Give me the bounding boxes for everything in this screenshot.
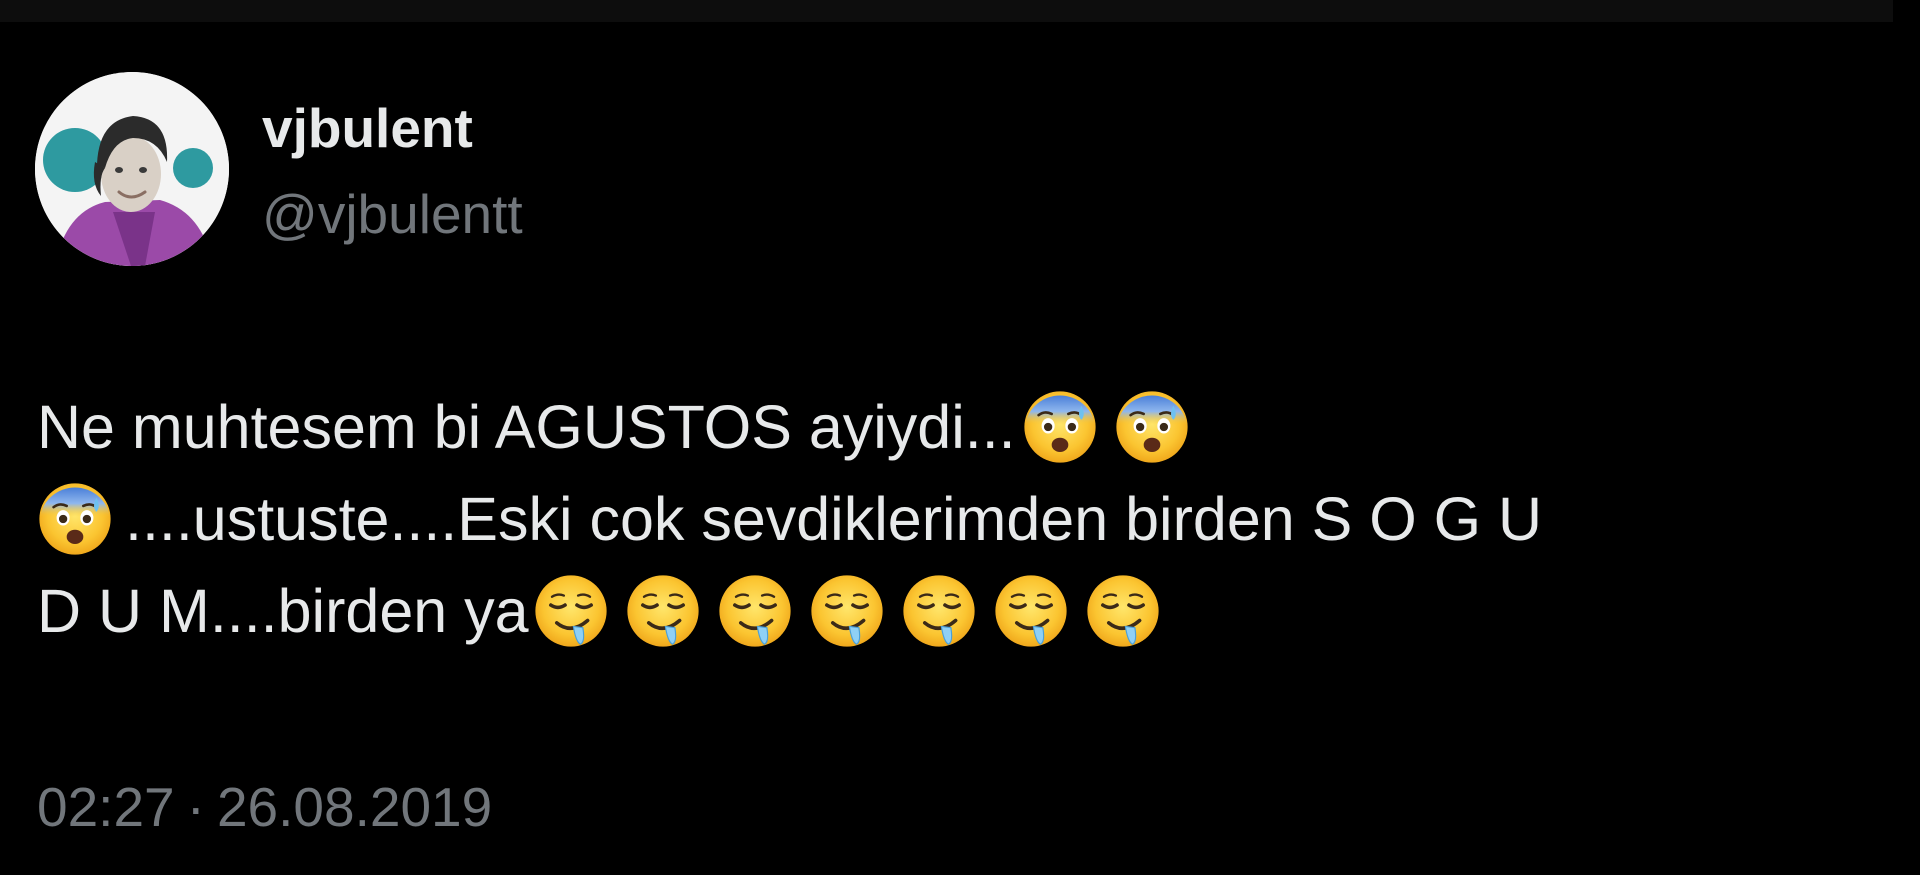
tweet-line-1-text: Ne muhtesem bi AGUSTOS ayiydi... (37, 393, 1016, 461)
profile-photo-icon (35, 72, 229, 266)
drooling-face-icon (625, 573, 701, 649)
user-handle[interactable]: @vjbulentt (262, 182, 523, 246)
drooling-face-icon (809, 573, 885, 649)
tweet-text: Ne muhtesem bi AGUSTOS ayiydi... ....ust… (37, 381, 1857, 657)
tweet-timestamp[interactable]: 02:27 · 26.08.2019 (37, 775, 492, 839)
drooling-face-icon (1085, 573, 1161, 649)
tweet-line-2-text: ....ustuste....Eski cok sevdiklerimden b… (125, 485, 1543, 553)
drooling-face-icon (717, 573, 793, 649)
avatar[interactable] (35, 72, 229, 266)
tweet-line-3: D U M....birden ya (37, 565, 1857, 657)
tweet-line-1: Ne muhtesem bi AGUSTOS ayiydi... (37, 381, 1857, 473)
anxious-face-with-sweat-icon (1022, 389, 1098, 465)
drooling-face-icon (993, 573, 1069, 649)
tweet-card[interactable]: vjbulent @vjbulentt Ne muhtesem bi AGUST… (0, 0, 1920, 875)
tweet-time: 02:27 (37, 776, 175, 838)
drooling-face-icon (533, 573, 609, 649)
tweet-line-2: ....ustuste....Eski cok sevdiklerimden b… (37, 473, 1857, 565)
drooling-face-icon (901, 573, 977, 649)
anxious-face-with-sweat-icon (1114, 389, 1190, 465)
anxious-face-with-sweat-icon (37, 481, 113, 557)
display-name[interactable]: vjbulent (262, 96, 473, 160)
tweet-line-3-text: D U M....birden ya (37, 577, 529, 645)
tweet-date: 26.08.2019 (216, 776, 493, 838)
timestamp-separator: · (186, 776, 205, 838)
